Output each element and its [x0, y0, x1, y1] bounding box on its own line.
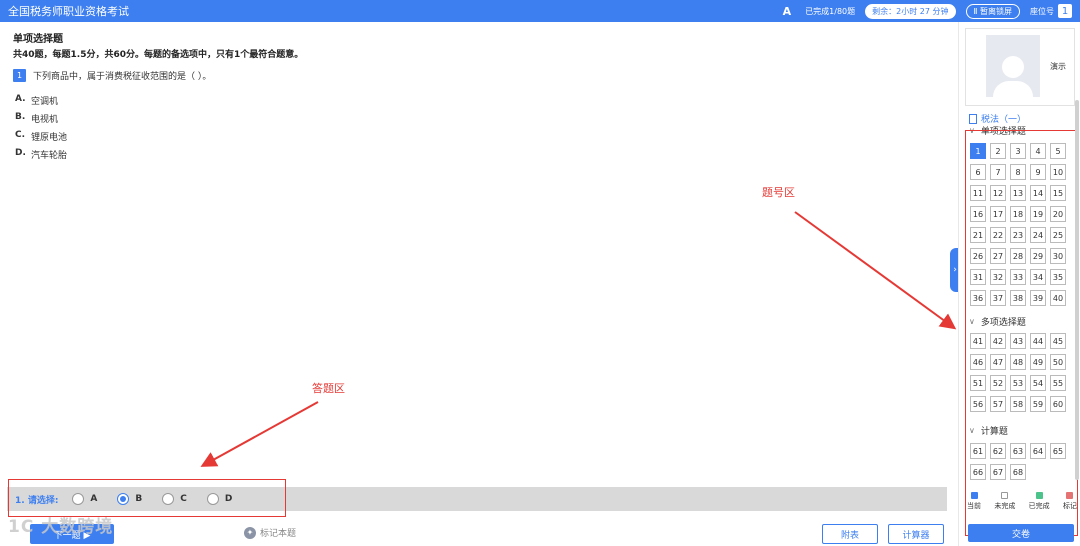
option-b: B. 电视机 [15, 112, 58, 125]
time-remaining: 剩余：2小时 27 分钟 [865, 3, 956, 19]
document-icon [969, 113, 977, 124]
annotation-box-answer [8, 479, 286, 517]
seat-label: 座位号 [1030, 6, 1054, 16]
pin-icon: ✦ [244, 526, 256, 539]
option-letter: C. [15, 130, 26, 140]
section-title: 单项选择题 [13, 34, 63, 45]
option-text: 空调机 [31, 97, 59, 107]
option-text: 锂原电池 [31, 133, 68, 143]
option-letter: D. [15, 148, 26, 158]
pause-button[interactable]: Ⅱ 暂离锁屏 [965, 3, 1020, 19]
chevron-right-icon: › [953, 265, 957, 275]
appendix-button[interactable]: 附表 [822, 524, 878, 544]
option-letter: B. [15, 112, 26, 122]
option-letter: A. [15, 94, 26, 104]
question-area: 单项选择题 共40题，每题1.5分，共60分。每题的备选项中，只有1个最符合题意… [0, 22, 952, 546]
panel-scrollbar[interactable] [1075, 100, 1079, 480]
font-size-icon[interactable]: A [783, 5, 792, 18]
option-text: 电视机 [31, 115, 59, 125]
option-c: C. 锂原电池 [15, 130, 67, 143]
option-a: A. 空调机 [15, 94, 58, 107]
mark-question-button[interactable]: ✦ 标记本题 [244, 526, 296, 539]
calculator-button[interactable]: 计算器 [888, 524, 944, 544]
option-text: 汽车轮胎 [31, 151, 68, 161]
top-bar: 全国税务师职业资格考试 A 已完成1/80题 剩余：2小时 27 分钟 Ⅱ 暂离… [0, 0, 1080, 22]
question-number: 1 [13, 69, 26, 82]
right-panel: 演示 税法（一） ∨ 单项选择题 1 2 3 4 5 6 7 8 9 10 11 12 13 14 15 16… [958, 22, 1080, 546]
annotation-label-answer-zone: 答题区 [312, 382, 345, 395]
option-d: D. 汽车轮胎 [15, 148, 67, 161]
avatar-head [1002, 56, 1024, 78]
candidate-card: 演示 [965, 28, 1075, 106]
avatar-body [993, 81, 1033, 97]
exam-title: 全国税务师职业资格考试 [8, 5, 129, 18]
mark-label: 标记本题 [260, 529, 297, 539]
avatar [986, 35, 1040, 97]
annotation-box-question-nav [965, 130, 1078, 536]
question-stem: 1 下列商品中，属于消费税征收范围的是（ ）。 [13, 69, 211, 82]
candidate-name: 演示 [1050, 62, 1066, 71]
annotation-label-question-zone: 题号区 [762, 186, 795, 199]
seat-number: 1 [1058, 4, 1072, 18]
question-text: 下列商品中，属于消费税征收范围的是（ ）。 [33, 72, 212, 82]
submit-button[interactable]: 交卷 [968, 524, 1074, 542]
section-description: 共40题，每题1.5分，共60分。每题的备选项中，只有1个最符合题意。 [13, 50, 304, 60]
progress-text: 已完成1/80题 [805, 6, 856, 16]
